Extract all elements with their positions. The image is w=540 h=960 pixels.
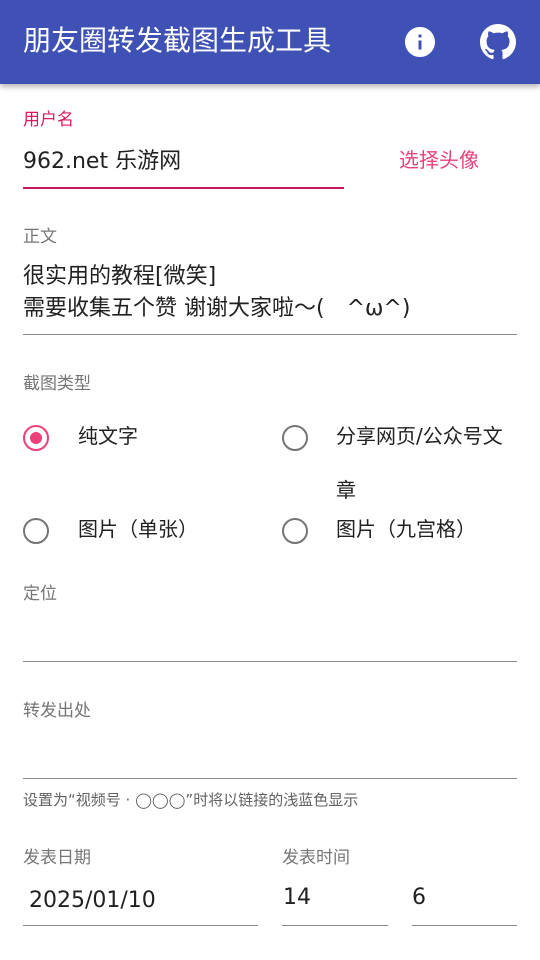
forward-source-hint: 设置为“视频号 · ◯◯◯”时将以链接的浅蓝色显示 — [23, 791, 359, 809]
publish-hour-underline — [282, 925, 388, 926]
forward-source-input[interactable] — [23, 737, 517, 777]
github-icon[interactable] — [480, 24, 516, 60]
publish-date-input[interactable]: 2025/01/10 — [29, 886, 156, 916]
publish-minute-underline — [412, 925, 517, 926]
publish-date-underline — [23, 925, 258, 926]
username-underline — [23, 187, 344, 189]
info-icon[interactable] — [402, 24, 438, 60]
location-input[interactable] — [23, 620, 517, 660]
screenshot-type-label: 截图类型 — [23, 374, 91, 394]
radio-label-single-image: 图片（单张） — [78, 517, 198, 541]
content-line-2: 需要收集五个赞 谢谢大家啦～( ^ω^) — [23, 296, 411, 321]
publish-time-label: 发表时间 — [282, 848, 350, 868]
content-label: 正文 — [23, 227, 57, 247]
app-bar: 朋友圈转发截图生成工具 — [0, 0, 540, 84]
radio-button[interactable] — [282, 518, 308, 544]
location-label: 定位 — [23, 584, 57, 604]
radio-label-share-link: 分享网页/公众号文章 — [336, 424, 503, 502]
choose-avatar-button[interactable]: 选择头像 — [399, 146, 479, 174]
app-title: 朋友圈转发截图生成工具 — [23, 24, 332, 57]
content-underline — [23, 334, 517, 335]
username-input[interactable]: 962.net 乐游网 — [23, 147, 181, 177]
content-line-1: 很实用的教程[微笑] — [23, 264, 217, 289]
radio-label-nine-grid: 图片（九宫格） — [336, 517, 476, 541]
radio-button[interactable] — [23, 518, 49, 544]
username-label: 用户名 — [23, 110, 74, 130]
publish-date-label: 发表日期 — [23, 848, 91, 868]
location-underline — [23, 661, 517, 662]
radio-button-checked[interactable] — [23, 425, 49, 451]
publish-hour-input[interactable]: 14 — [283, 883, 311, 913]
forward-source-label: 转发出处 — [23, 701, 91, 721]
publish-minute-input[interactable]: 6 — [412, 883, 426, 913]
radio-button[interactable] — [282, 425, 308, 451]
forward-source-underline — [23, 778, 517, 779]
radio-label-text-only: 纯文字 — [78, 424, 138, 448]
